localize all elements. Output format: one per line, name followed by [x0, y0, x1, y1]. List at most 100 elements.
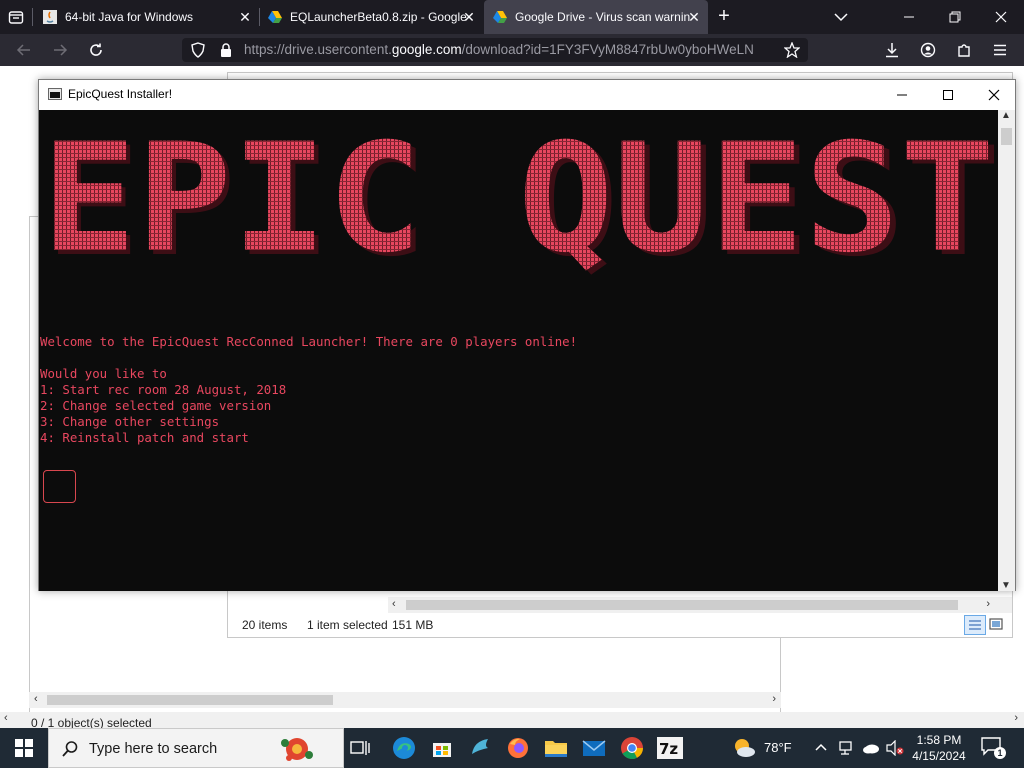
taskbar-store[interactable] — [426, 732, 458, 764]
volume-muted-icon[interactable] — [886, 739, 904, 759]
firefox-view-icon — [8, 11, 24, 24]
tab-google-drive-virus-scan[interactable]: Google Drive - Virus scan warnin ✕ — [484, 0, 708, 34]
reload-button[interactable] — [84, 38, 108, 62]
start-button[interactable] — [0, 728, 48, 768]
horizontal-scrollbar[interactable]: ‹ › — [29, 692, 781, 708]
console-maximize-button[interactable] — [925, 80, 971, 110]
lock-icon[interactable] — [218, 42, 234, 61]
weather-temperature: 78°F — [764, 740, 792, 755]
extensions-button[interactable] — [952, 38, 976, 62]
task-view-button[interactable] — [344, 732, 376, 764]
scroll-left-icon[interactable]: ‹ — [4, 712, 8, 724]
console-vertical-scrollbar[interactable]: ▲ ▼ — [998, 110, 1015, 591]
scroll-right-icon[interactable]: › — [772, 693, 776, 705]
network-icon[interactable] — [838, 740, 856, 759]
weather-widget[interactable] — [728, 732, 760, 764]
large-icons-view-button[interactable] — [986, 615, 1008, 635]
console-welcome-line: Welcome to the EpicQuest RecConned Launc… — [40, 334, 578, 349]
console-option-3: 3: Change other settings — [40, 414, 220, 429]
tab-eqlauncher-zip[interactable]: EQLauncherBeta0.8.zip - Google ✕ — [259, 0, 483, 34]
arrow-left-icon — [16, 44, 30, 56]
windows-taskbar: Type here to search 7z 78°F 1:58 PM 4/15… — [0, 728, 1024, 768]
firefox-view-button[interactable] — [4, 5, 28, 29]
status-selected-size: 151 MB — [392, 618, 434, 632]
taskbar-edge[interactable] — [388, 732, 420, 764]
scrollbar-thumb[interactable] — [406, 600, 958, 610]
url-domain: google.com — [391, 42, 462, 57]
taskbar-firefox[interactable] — [502, 732, 534, 764]
status-item-count: 20 items — [242, 618, 288, 632]
task-view-icon — [350, 741, 370, 755]
folder-icon — [545, 741, 567, 757]
browser-restore-button[interactable] — [932, 0, 978, 34]
svg-text:7z: 7z — [659, 740, 678, 758]
large-icons-view-icon — [989, 618, 1003, 630]
console-output-area[interactable]: EPIC QUEST EPIC QUEST Welcome to the Epi… — [39, 110, 999, 591]
browser-close-button[interactable] — [978, 0, 1024, 34]
store-icon — [433, 743, 451, 757]
scroll-right-icon[interactable]: › — [1014, 712, 1018, 724]
taskbar-mail[interactable] — [578, 732, 610, 764]
console-option-1: 1: Start rec room 28 August, 2018 — [40, 382, 287, 397]
back-button[interactable] — [12, 38, 36, 62]
horizontal-scrollbar[interactable]: ‹ › — [388, 597, 1012, 613]
taskbar-file-explorer[interactable] — [540, 732, 572, 764]
url-bar[interactable]: https://drive.usercontent.google.com/dow… — [182, 38, 808, 62]
console-window-title: EpicQuest Installer! — [68, 87, 173, 101]
url-text[interactable]: https://drive.usercontent.google.com/dow… — [244, 42, 774, 57]
tab-separator — [32, 8, 33, 26]
scroll-up-icon[interactable]: ▲ — [1001, 110, 1011, 121]
mail-icon — [582, 740, 606, 756]
downloads-button[interactable] — [880, 38, 904, 62]
clock-time: 1:58 PM — [916, 733, 962, 747]
scrollbar-thumb[interactable] — [1001, 128, 1012, 145]
details-view-button[interactable] — [964, 615, 986, 635]
tab-close-icon[interactable]: ✕ — [461, 9, 477, 25]
list-all-tabs-button[interactable] — [832, 9, 850, 25]
close-icon — [988, 89, 1000, 101]
console-app-icon[interactable] — [48, 88, 62, 100]
app-menu-button[interactable] — [988, 38, 1012, 62]
swirl-app-icon — [472, 739, 488, 754]
scroll-right-icon[interactable]: › — [986, 598, 990, 610]
scroll-left-icon[interactable]: ‹ — [34, 693, 38, 705]
puzzle-piece-icon — [958, 44, 970, 57]
scroll-left-icon[interactable]: ‹ — [392, 598, 396, 610]
tab-close-icon[interactable]: ✕ — [686, 9, 702, 25]
console-input-cursor-box[interactable] — [43, 470, 76, 503]
bookmark-star-icon[interactable] — [783, 41, 801, 61]
new-tab-button[interactable]: + — [714, 5, 734, 27]
url-prefix: https://drive.usercontent. — [244, 42, 392, 57]
console-prompt-line: Would you like to — [40, 366, 167, 381]
console-window: EpicQuest Installer! EPIC QUEST EPIC QUE… — [38, 79, 1016, 591]
search-highlight-flower-icon[interactable] — [275, 733, 319, 768]
tab-close-icon[interactable]: ✕ — [237, 9, 253, 25]
clock-date: 4/15/2024 — [912, 749, 966, 763]
scroll-down-icon[interactable]: ▼ — [1001, 580, 1011, 591]
console-minimize-button[interactable] — [879, 80, 925, 110]
tab-java[interactable]: 64-bit Java for Windows ✕ — [34, 0, 259, 34]
ascii-banner-text: EPIC QUEST — [41, 138, 995, 286]
arrow-right-icon — [54, 44, 68, 56]
download-icon — [886, 43, 898, 58]
show-hidden-icons-chevron-icon[interactable] — [814, 740, 828, 757]
taskbar-chrome[interactable] — [616, 732, 648, 764]
tracking-protection-shield-icon[interactable] — [190, 42, 206, 61]
google-drive-icon — [267, 9, 283, 25]
console-close-button[interactable] — [971, 80, 1017, 110]
taskbar-search-box[interactable]: Type here to search — [48, 728, 344, 768]
hamburger-menu-icon — [994, 44, 1006, 56]
browser-minimize-button[interactable] — [886, 0, 932, 34]
notification-center-button[interactable]: 1 — [980, 736, 1006, 760]
tab-title: Google Drive - Virus scan warnin — [515, 10, 691, 24]
taskbar-trickster-app[interactable] — [464, 732, 496, 764]
forward-button[interactable] — [48, 38, 72, 62]
scrollbar-thumb[interactable] — [47, 695, 333, 705]
console-title-bar[interactable]: EpicQuest Installer! — [39, 80, 1015, 110]
onedrive-cloud-icon[interactable] — [862, 741, 880, 758]
plus-icon: + — [718, 5, 730, 27]
taskbar-7zip[interactable]: 7z — [654, 732, 686, 764]
notification-count-badge: 1 — [994, 747, 1006, 759]
account-button[interactable] — [916, 38, 940, 62]
tab-title: 64-bit Java for Windows — [65, 10, 194, 24]
